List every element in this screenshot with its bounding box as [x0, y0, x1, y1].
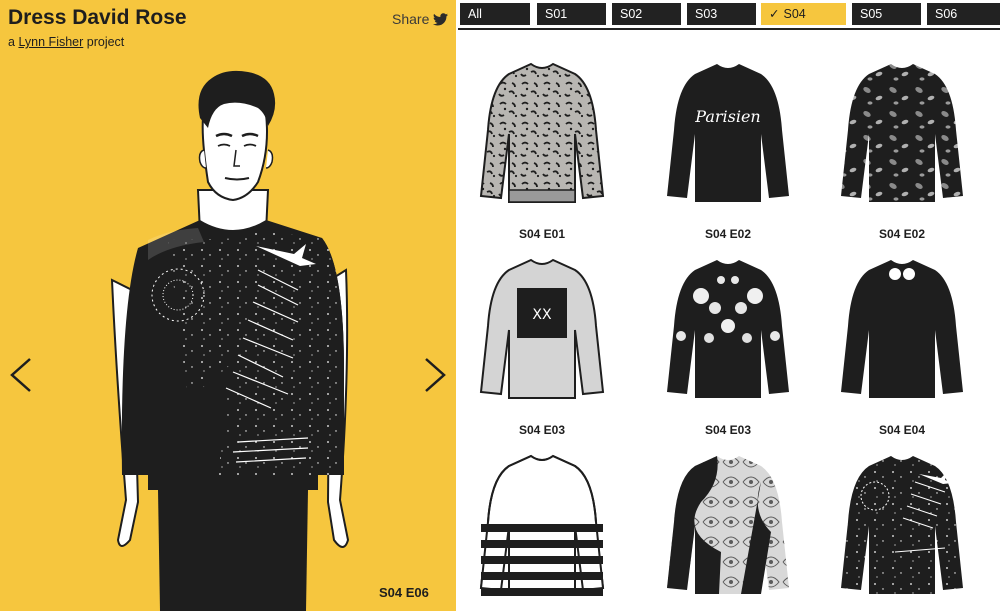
chevron-right-icon[interactable]: [420, 355, 450, 395]
striped-sweater-image: [480, 455, 604, 598]
filter-label: All: [468, 7, 482, 21]
filter-label: S01: [545, 7, 568, 21]
byline-prefix: a: [8, 35, 19, 49]
filter-label: S05: [860, 7, 883, 21]
floral-sweater-image: [667, 260, 789, 398]
gallery-item[interactable]: [643, 434, 813, 611]
parisien-sweater-image: Parisien: [667, 64, 789, 202]
grey-graphic-sweater-image: XX: [480, 259, 604, 399]
filter-label: S06: [935, 7, 958, 21]
gallery-item[interactable]: [817, 434, 987, 611]
gallery-item[interactable]: [457, 434, 627, 611]
print-text: XX: [532, 307, 552, 323]
gallery-panel: All S01 S02 S03 ✓ S04 S05 S06 S04 E01 Par…: [456, 0, 1000, 611]
share-label: Share: [392, 11, 430, 27]
print-text: Parisien: [694, 107, 760, 126]
gallery-item[interactable]: XX S04 E03: [457, 238, 627, 437]
filter-label: S04: [783, 7, 806, 21]
featured-outfit-panel: Dress David Rose a Lynn Fisher project S…: [0, 0, 456, 611]
filter-s04[interactable]: ✓ S04: [761, 3, 846, 25]
filter-label: S03: [695, 7, 718, 21]
paisley-sweater-image: [667, 456, 789, 594]
twitter-bird-icon: [433, 12, 449, 25]
filter-s06[interactable]: S06: [927, 3, 1000, 25]
filter-s02[interactable]: S02: [612, 3, 681, 25]
chevron-left-icon[interactable]: [6, 355, 36, 395]
filter-s03[interactable]: S03: [687, 3, 756, 25]
checkmark-icon: ✓: [769, 7, 780, 21]
bird-lyrics-sweater-image: [841, 456, 963, 594]
author-link[interactable]: Lynn Fisher: [18, 35, 83, 49]
filter-divider: [458, 28, 1000, 30]
filter-s05[interactable]: S05: [852, 3, 921, 25]
gallery-item[interactable]: S04 E03: [643, 238, 813, 437]
filter-all[interactable]: All: [460, 3, 530, 25]
byline-suffix: project: [83, 35, 125, 49]
season-filter-bar: All S01 S02 S03 ✓ S04 S05 S06: [460, 3, 1000, 25]
share-button[interactable]: Share: [392, 11, 449, 27]
gallery-item[interactable]: S04 E01: [457, 42, 627, 241]
gallery-item[interactable]: S04 E02: [817, 42, 987, 241]
current-episode-label: S04 E06: [379, 585, 429, 600]
gallery-item[interactable]: S04 E04: [817, 238, 987, 437]
filter-label: S02: [620, 7, 643, 21]
grey-spots-sweater-image: [841, 64, 963, 202]
leopard-sweater-image: [480, 63, 604, 203]
david-rose-illustration: [110, 70, 350, 611]
site-title: Dress David Rose: [8, 6, 187, 29]
filter-s01[interactable]: S01: [537, 3, 606, 25]
byline: a Lynn Fisher project: [8, 35, 124, 49]
gallery-item[interactable]: Parisien S04 E02: [643, 42, 813, 241]
black-sweater-sunglasses-image: [841, 260, 963, 398]
